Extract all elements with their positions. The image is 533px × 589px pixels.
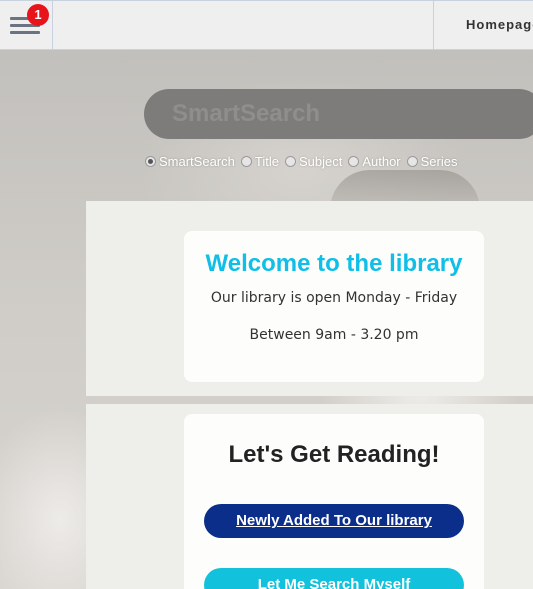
- radio-smartsearch[interactable]: [145, 155, 156, 167]
- homepage-link[interactable]: Homepage: [466, 17, 533, 32]
- search-input[interactable]: [144, 89, 533, 139]
- option-label: Title: [254, 153, 279, 169]
- option-author[interactable]: Author: [348, 153, 401, 169]
- reading-card: Let's Get Reading! Newly Added To Our li…: [184, 414, 484, 589]
- welcome-card: Welcome to the library Our library is op…: [184, 231, 484, 382]
- search-type-options: SmartSearch Title Subject Author Series: [145, 152, 464, 170]
- search-myself-button[interactable]: Let Me Search Myself: [204, 568, 464, 589]
- notification-badge: 1: [27, 4, 49, 26]
- radio-subject[interactable]: [284, 155, 296, 167]
- option-label: SmartSearch: [159, 153, 235, 169]
- top-bar: 1 Homepage: [0, 0, 533, 50]
- radio-series[interactable]: [406, 155, 418, 167]
- menu-button[interactable]: 1: [0, 1, 53, 50]
- radio-title[interactable]: [240, 155, 252, 167]
- option-label: Subject: [298, 153, 343, 169]
- option-title[interactable]: Title: [240, 153, 279, 169]
- option-label: Author: [362, 153, 401, 169]
- newly-added-button[interactable]: Newly Added To Our library: [204, 504, 464, 538]
- option-smartsearch[interactable]: SmartSearch: [145, 154, 235, 169]
- option-label: Series: [420, 153, 458, 169]
- radio-author[interactable]: [348, 155, 360, 167]
- option-series[interactable]: Series: [406, 153, 458, 169]
- opening-hours-text: Between 9am - 3.20 pm: [249, 327, 419, 343]
- topbar-divider: [433, 1, 434, 50]
- welcome-title: Welcome to the library: [205, 250, 463, 277]
- reading-title: Let's Get Reading!: [228, 441, 440, 468]
- option-subject[interactable]: Subject: [284, 153, 343, 169]
- opening-days-text: Our library is open Monday - Friday: [210, 290, 458, 306]
